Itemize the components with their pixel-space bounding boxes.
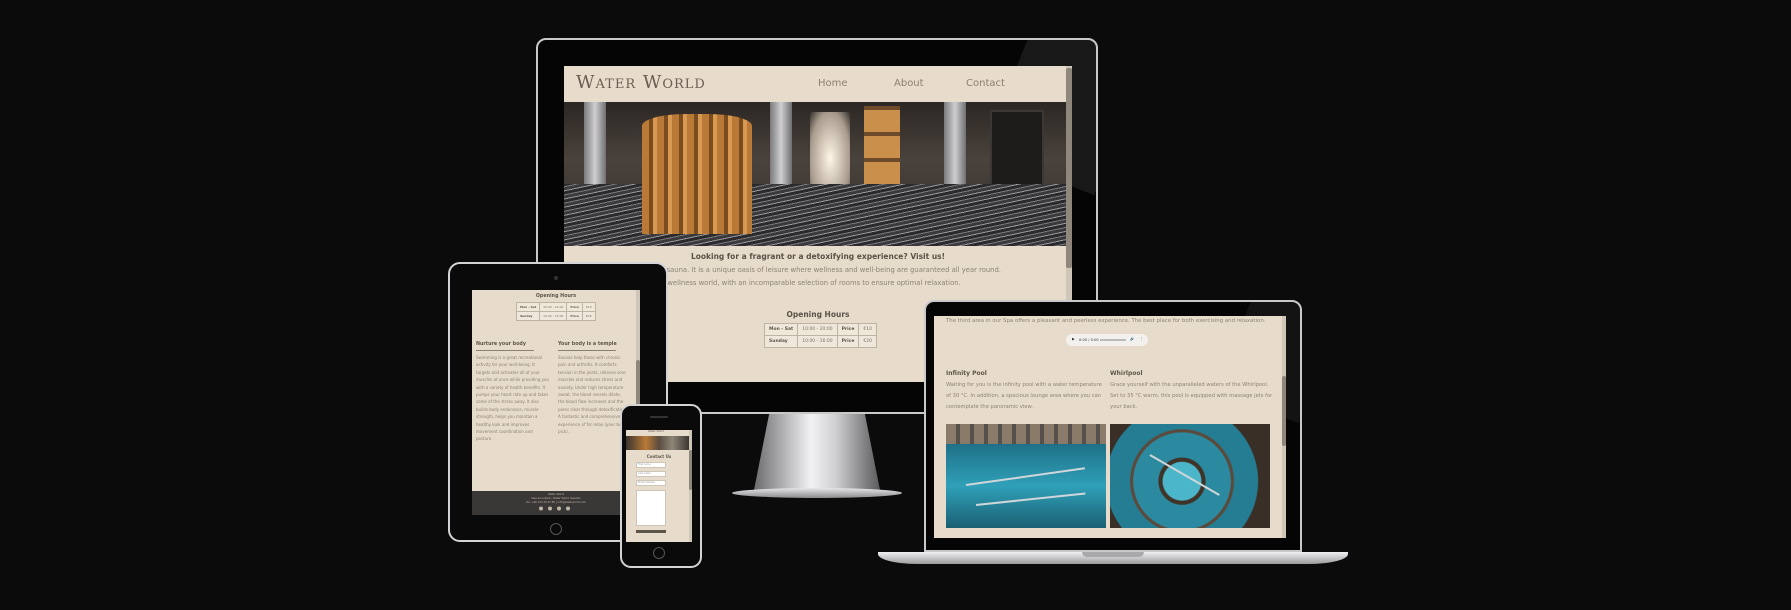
hours-days: Mon - Sat — [515, 302, 541, 312]
hours-price-label: Price — [836, 335, 860, 348]
phone-contact-title: Contact Us — [646, 454, 672, 459]
phone-scrollbar[interactable] — [689, 430, 692, 542]
table-row: Sunday 10:00 - 16:00 Price €20 — [763, 335, 877, 348]
laptop-scrollbar[interactable] — [1282, 316, 1286, 538]
hero-image — [564, 102, 1072, 246]
infinity-pool-image — [946, 424, 1106, 528]
footer-line: Sauna Location, Water World, Sweden — [531, 497, 581, 500]
laptop-notch — [1082, 552, 1144, 557]
nav-about[interactable]: About — [894, 78, 924, 89]
audio-time: 0:00 / 0:00 — [1079, 337, 1099, 342]
tablet-camera — [554, 276, 558, 280]
phone-speaker — [650, 416, 668, 418]
nav-home[interactable]: Home — [818, 78, 848, 89]
phone-hero-image — [626, 436, 692, 450]
hours-time: 10:00 - 16:00 — [797, 335, 838, 348]
site-header: Water World Home About Contact — [564, 66, 1072, 102]
tablet-col1-text: Swimming is a great recreational activit… — [476, 355, 549, 442]
hours-days: Sunday — [763, 335, 799, 348]
hours-price: €20 — [581, 311, 596, 321]
hours-price: €10 — [858, 323, 877, 336]
site-logo[interactable]: Water World — [576, 72, 706, 93]
monitor-foot — [732, 488, 902, 498]
tablet-footer: Water World Sauna Location, Water World,… — [472, 491, 640, 515]
phone-device: Water World Contact Us First name Last n… — [620, 404, 702, 568]
whirlpool-title: Whirlpool — [1110, 370, 1143, 377]
hours-price-label: Price — [566, 311, 583, 321]
hours-time: 10:00 - 20:00 — [539, 302, 568, 312]
infinity-pool-title: Infinity Pool — [946, 370, 987, 377]
tablet-screen: Opening Hours Mon - Sat 10:00 - 20:00 Pr… — [472, 290, 640, 515]
divider — [558, 350, 616, 351]
tablet-col2-title: Your body is a temple — [558, 342, 617, 347]
audio-player[interactable]: ▶ 0:00 / 0:00 🔊 ⋮ — [1066, 334, 1148, 346]
infinity-pool-text: Waiting for you is the infinity pool wit… — [946, 382, 1102, 410]
hours-price: €20 — [858, 335, 877, 348]
social-icons — [539, 506, 570, 511]
lounge-chairs — [946, 424, 1106, 444]
tablet-hours-title: Opening Hours — [535, 294, 577, 299]
hours-time: 10:00 - 20:00 — [797, 323, 838, 336]
tablet-home-button[interactable] — [550, 523, 562, 535]
nav-contact[interactable]: Contact — [966, 78, 1005, 89]
hours-table: Mon - Sat 10:00 - 20:00 Price €10 Sunday… — [763, 323, 877, 348]
table-row: Sunday 10:00 - 16:00 Price €20 — [515, 311, 596, 321]
monitor-stand — [754, 414, 880, 490]
tagline: Looking for a fragrant or a detoxifying … — [690, 252, 946, 261]
laptop-screen: The third area in our Spa offers a pleas… — [934, 316, 1286, 538]
email-field[interactable]: Email address — [636, 480, 666, 486]
phone-logo[interactable]: Water World — [648, 430, 664, 433]
last-name-field[interactable]: Last name — [636, 471, 666, 477]
intro-line-2: ...our unique wellness world, with an in… — [622, 279, 961, 287]
hours-days: Sunday — [515, 311, 541, 321]
more-options-icon[interactable]: ⋮ — [1140, 337, 1144, 341]
table-row: Mon - Sat 10:00 - 20:00 Price €10 — [763, 323, 877, 336]
hours-time: 10:00 - 16:00 — [539, 311, 568, 321]
play-icon[interactable]: ▶ — [1072, 337, 1075, 341]
hours-price-label: Price — [566, 302, 583, 312]
laptop-intro: The third area in our Spa offers a pleas… — [946, 318, 1266, 324]
hours-days: Mon - Sat — [763, 323, 799, 336]
first-name-field[interactable]: First name — [636, 462, 666, 468]
intro-line-1: ...n pool and sauna. It is a unique oasi… — [622, 266, 1001, 274]
hours-price: €10 — [581, 302, 596, 312]
phone-home-button[interactable] — [653, 547, 665, 559]
audio-progress[interactable] — [1100, 339, 1126, 341]
pool-rail — [1149, 454, 1220, 496]
hours-price-label: Price — [836, 323, 860, 336]
tablet-col2-text: Saunas help those with chronic pain and … — [558, 355, 627, 435]
tablet-col1-title: Nurture your body — [476, 342, 526, 347]
pool-rail — [975, 492, 1086, 506]
whirlpool-text: Grace yourself with the unparalleled wat… — [1110, 382, 1273, 410]
whirlpool-image — [1110, 424, 1270, 528]
laptop-device: The third area in our Spa offers a pleas… — [878, 300, 1348, 572]
message-textarea[interactable] — [636, 490, 666, 526]
pool-rail — [965, 467, 1085, 486]
hero-floor — [564, 184, 1072, 246]
footer-line: Tel: +46 123 45 67 89 | info@waterworld.… — [526, 501, 586, 504]
tablet-hours-table: Mon - Sat 10:00 - 20:00 Price €10 Sunday… — [515, 302, 596, 321]
table-row: Mon - Sat 10:00 - 20:00 Price €10 — [515, 302, 596, 312]
submit-button[interactable] — [636, 530, 666, 533]
phone-screen: Water World Contact Us First name Last n… — [626, 430, 692, 542]
hero-wood-partition — [642, 114, 752, 234]
divider — [476, 350, 534, 351]
volume-icon[interactable]: 🔊 — [1130, 337, 1134, 341]
footer-line: Water World — [548, 493, 564, 496]
